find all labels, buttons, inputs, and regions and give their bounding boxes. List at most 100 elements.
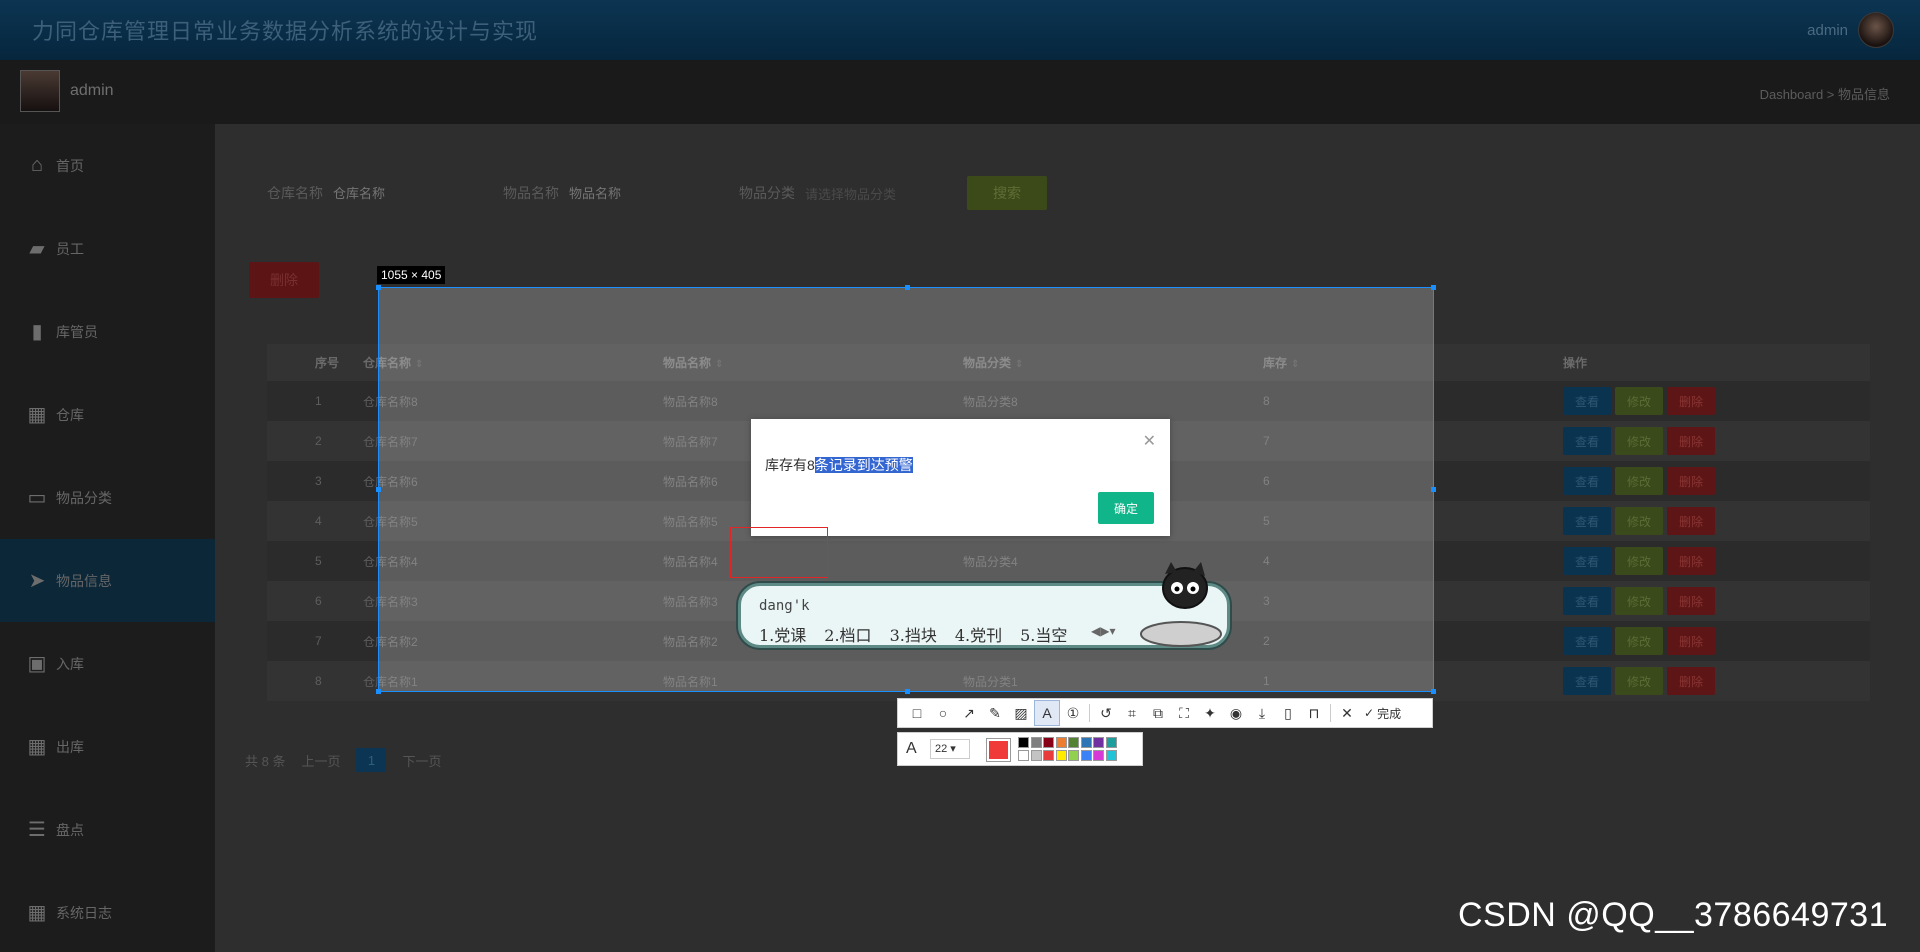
row-checkbox[interactable] bbox=[267, 661, 315, 701]
sidebar-item-category[interactable]: ▭ 物品分类 bbox=[0, 456, 215, 539]
ime-candidate[interactable]: 1.党课 bbox=[759, 622, 806, 646]
ime-page-arrows-icon[interactable]: ◀▶▾ bbox=[1091, 624, 1115, 638]
close-icon[interactable]: ✕ bbox=[1143, 431, 1156, 451]
record-icon[interactable]: ◉ bbox=[1223, 700, 1249, 726]
view-button[interactable]: 查看 bbox=[1563, 587, 1611, 615]
resize-handle[interactable] bbox=[376, 689, 381, 694]
color-swatch[interactable] bbox=[1068, 737, 1079, 748]
sidebar-item-outbound[interactable]: ▦ 出库 bbox=[0, 705, 215, 788]
sidebar-item-inventory[interactable]: ☰ 盘点 bbox=[0, 788, 215, 871]
resize-handle[interactable] bbox=[376, 487, 381, 492]
resize-handle[interactable] bbox=[1431, 285, 1436, 290]
sidebar-item-staff[interactable]: ▰ 员工 bbox=[0, 207, 215, 290]
color-swatch[interactable] bbox=[1093, 750, 1104, 761]
color-swatch[interactable] bbox=[1043, 750, 1054, 761]
color-swatch[interactable] bbox=[1043, 737, 1054, 748]
sidebar-item-keepers[interactable]: ▮ 库管员 bbox=[0, 290, 215, 373]
ime-candidate[interactable]: 5.当空 bbox=[1020, 622, 1067, 646]
search-button[interactable]: 搜索 bbox=[967, 176, 1047, 210]
row-checkbox[interactable] bbox=[267, 421, 315, 461]
color-swatch[interactable] bbox=[1018, 750, 1029, 761]
top-user-menu[interactable]: admin bbox=[1807, 12, 1894, 48]
edit-button[interactable]: 修改 bbox=[1615, 467, 1663, 495]
delete-button[interactable]: 删除 bbox=[1667, 587, 1715, 615]
item-search-input[interactable] bbox=[569, 177, 709, 209]
edit-button[interactable]: 修改 bbox=[1615, 427, 1663, 455]
ellipse-tool-icon[interactable]: ○ bbox=[930, 700, 956, 726]
color-swatch[interactable] bbox=[1018, 737, 1029, 748]
edit-button[interactable]: 修改 bbox=[1615, 387, 1663, 415]
annotation-rectangle[interactable] bbox=[730, 527, 828, 578]
delete-button[interactable]: 删除 bbox=[1667, 667, 1715, 695]
row-checkbox[interactable] bbox=[267, 501, 315, 541]
view-button[interactable]: 查看 bbox=[1563, 387, 1611, 415]
sidebar-item-home[interactable]: ⌂ 首页 bbox=[0, 124, 215, 207]
row-checkbox[interactable] bbox=[267, 581, 315, 621]
color-swatch[interactable] bbox=[1105, 737, 1117, 748]
color-swatch[interactable] bbox=[1030, 737, 1042, 748]
view-button[interactable]: 查看 bbox=[1563, 627, 1611, 655]
ime-candidate[interactable]: 3.挡块 bbox=[890, 622, 937, 646]
resize-handle[interactable] bbox=[905, 689, 910, 694]
pager-next[interactable]: 下一页 bbox=[402, 751, 441, 770]
row-checkbox[interactable] bbox=[267, 381, 315, 421]
undo-icon[interactable]: ↺ bbox=[1093, 700, 1119, 726]
avatar[interactable] bbox=[1858, 12, 1894, 48]
edit-button[interactable]: 修改 bbox=[1615, 667, 1663, 695]
category-select[interactable]: 请选择物品分类 bbox=[805, 177, 945, 209]
view-button[interactable]: 查看 bbox=[1563, 467, 1611, 495]
confirm-button[interactable]: 确定 bbox=[1098, 492, 1154, 524]
view-button[interactable]: 查看 bbox=[1563, 667, 1611, 695]
pen-tool-icon[interactable]: ✎ bbox=[982, 700, 1008, 726]
phone-icon[interactable]: ▯ bbox=[1275, 700, 1301, 726]
edit-button[interactable]: 修改 bbox=[1615, 587, 1663, 615]
select-all-cell[interactable] bbox=[267, 344, 315, 381]
current-color[interactable] bbox=[986, 738, 1011, 762]
color-swatch[interactable] bbox=[1093, 737, 1104, 748]
mosaic-tool-icon[interactable]: ▨ bbox=[1008, 700, 1034, 726]
warehouse-search-input[interactable] bbox=[333, 177, 473, 209]
pin-icon[interactable]: ✦ bbox=[1197, 700, 1223, 726]
batch-delete-button[interactable]: 删除 bbox=[249, 262, 319, 298]
download-icon[interactable]: ⤓ bbox=[1249, 700, 1275, 726]
color-swatch[interactable] bbox=[1030, 750, 1042, 761]
sidebar-item-logs[interactable]: ▦ 系统日志 bbox=[0, 871, 215, 952]
row-checkbox[interactable] bbox=[267, 621, 315, 661]
arrow-tool-icon[interactable]: ↗ bbox=[956, 700, 982, 726]
done-button[interactable]: ✓ 完成 bbox=[1364, 705, 1401, 722]
resize-handle[interactable] bbox=[376, 285, 381, 290]
resize-handle[interactable] bbox=[1431, 689, 1436, 694]
view-button[interactable]: 查看 bbox=[1563, 507, 1611, 535]
color-swatch[interactable] bbox=[1055, 737, 1067, 748]
color-swatch[interactable] bbox=[1080, 750, 1092, 761]
view-button[interactable]: 查看 bbox=[1563, 547, 1611, 575]
font-size-select[interactable]: 22 ▾ bbox=[930, 739, 970, 759]
delete-button[interactable]: 删除 bbox=[1667, 627, 1715, 655]
delete-button[interactable]: 删除 bbox=[1667, 467, 1715, 495]
number-tool-icon[interactable]: ① bbox=[1060, 700, 1086, 726]
pager-current-page[interactable]: 1 bbox=[356, 748, 387, 772]
pager-prev[interactable]: 上一页 bbox=[301, 751, 340, 770]
rectangle-tool-icon[interactable]: □ bbox=[904, 700, 930, 726]
crop-icon[interactable]: ⌗ bbox=[1119, 700, 1145, 726]
scroll-capture-icon[interactable]: ⛶ bbox=[1171, 700, 1197, 726]
sidebar-item-goods[interactable]: ➤ 物品信息 bbox=[0, 539, 215, 622]
sidebar-item-inbound[interactable]: ▣ 入库 bbox=[0, 622, 215, 705]
edit-button[interactable]: 修改 bbox=[1615, 507, 1663, 535]
ocr-icon[interactable]: ⧉ bbox=[1145, 700, 1171, 726]
delete-button[interactable]: 删除 bbox=[1667, 547, 1715, 575]
row-checkbox[interactable] bbox=[267, 541, 315, 581]
color-swatch[interactable] bbox=[1068, 750, 1079, 761]
view-button[interactable]: 查看 bbox=[1563, 427, 1611, 455]
edit-button[interactable]: 修改 bbox=[1615, 547, 1663, 575]
text-tool-icon[interactable]: A bbox=[1034, 700, 1060, 726]
color-swatch[interactable] bbox=[1080, 737, 1092, 748]
row-checkbox[interactable] bbox=[267, 461, 315, 501]
edit-button[interactable]: 修改 bbox=[1615, 627, 1663, 655]
ime-candidate[interactable]: 2.档口 bbox=[824, 622, 871, 646]
bookmark-icon[interactable]: ⊓ bbox=[1301, 700, 1327, 726]
ime-candidate[interactable]: 4.党刊 bbox=[955, 622, 1002, 646]
resize-handle[interactable] bbox=[1431, 487, 1436, 492]
color-swatch[interactable] bbox=[1055, 750, 1067, 761]
delete-button[interactable]: 删除 bbox=[1667, 387, 1715, 415]
